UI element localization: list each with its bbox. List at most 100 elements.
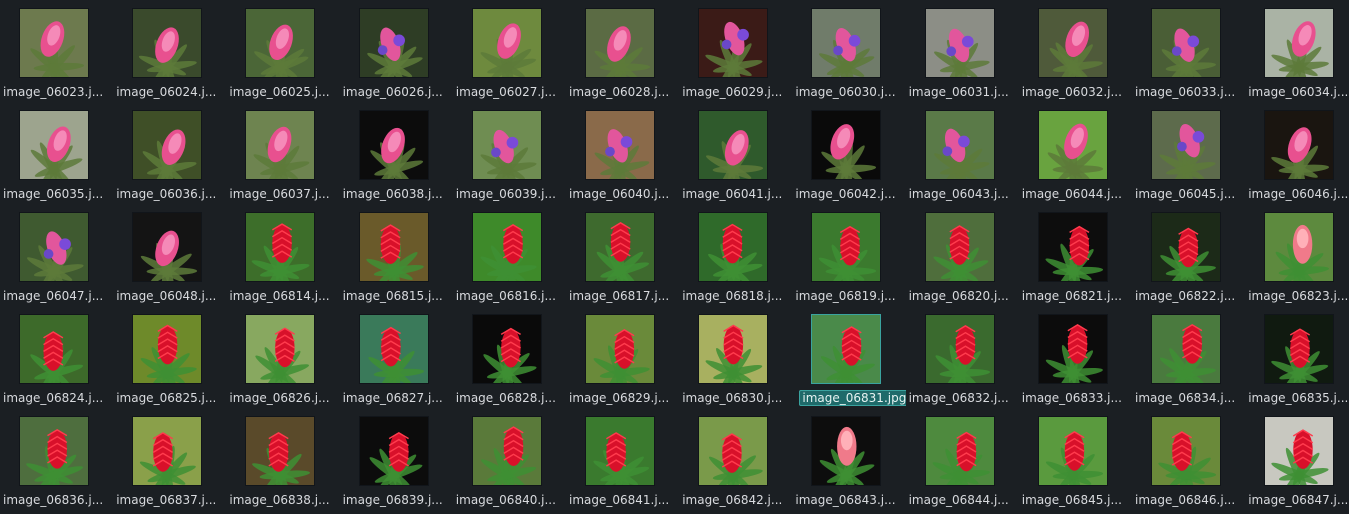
- file-item[interactable]: image_06823.j...: [1246, 204, 1349, 306]
- image-thumbnail[interactable]: [19, 212, 89, 282]
- file-item[interactable]: image_06826.j...: [227, 306, 340, 408]
- image-thumbnail[interactable]: [132, 212, 203, 282]
- image-thumbnail[interactable]: [585, 314, 655, 384]
- file-item[interactable]: image_06822.j...: [1133, 204, 1246, 306]
- file-item[interactable]: image_06026.j...: [341, 0, 454, 102]
- image-thumbnail[interactable]: [1264, 110, 1335, 180]
- image-thumbnail[interactable]: [245, 8, 316, 78]
- file-item[interactable]: image_06030.j...: [793, 0, 906, 102]
- file-item[interactable]: image_06824.j...: [1, 306, 114, 408]
- file-item[interactable]: image_06843.j...: [793, 408, 906, 510]
- image-thumbnail[interactable]: [811, 314, 882, 384]
- file-item[interactable]: image_06839.j...: [341, 408, 454, 510]
- image-thumbnail[interactable]: [1037, 8, 1108, 78]
- image-thumbnail[interactable]: [471, 110, 542, 180]
- file-item[interactable]: image_06048.j...: [114, 204, 227, 306]
- image-thumbnail[interactable]: [698, 416, 769, 486]
- file-item[interactable]: image_06027.j...: [454, 0, 567, 102]
- image-thumbnail[interactable]: [245, 110, 316, 180]
- file-item[interactable]: image_06023.j...: [1, 0, 114, 102]
- file-item[interactable]: image_06819.j...: [793, 204, 906, 306]
- image-thumbnail[interactable]: [358, 8, 429, 78]
- file-item[interactable]: image_06829.j...: [567, 306, 680, 408]
- file-item[interactable]: image_06835.j...: [1246, 306, 1349, 408]
- file-item[interactable]: image_06830.j...: [680, 306, 793, 408]
- image-thumbnail[interactable]: [1037, 314, 1108, 384]
- image-thumbnail[interactable]: [1264, 8, 1335, 78]
- file-item[interactable]: image_06046.j...: [1246, 102, 1349, 204]
- image-thumbnail[interactable]: [924, 8, 995, 78]
- file-item[interactable]: image_06028.j...: [567, 0, 680, 102]
- file-item[interactable]: image_06825.j...: [114, 306, 227, 408]
- image-thumbnail[interactable]: [245, 416, 316, 486]
- image-thumbnail[interactable]: [245, 212, 316, 282]
- image-thumbnail[interactable]: [1037, 212, 1108, 282]
- image-thumbnail[interactable]: [358, 212, 429, 282]
- file-item[interactable]: image_06034.j...: [1246, 0, 1349, 102]
- image-thumbnail[interactable]: [132, 110, 203, 180]
- image-thumbnail[interactable]: [924, 110, 995, 180]
- image-thumbnail[interactable]: [1151, 416, 1221, 486]
- image-thumbnail[interactable]: [19, 314, 89, 384]
- image-thumbnail[interactable]: [698, 212, 769, 282]
- image-thumbnail[interactable]: [471, 416, 542, 486]
- file-item[interactable]: image_06024.j...: [114, 0, 227, 102]
- file-item[interactable]: image_06029.j...: [680, 0, 793, 102]
- image-thumbnail[interactable]: [1037, 416, 1108, 486]
- file-item[interactable]: image_06814.j...: [227, 204, 340, 306]
- file-item[interactable]: image_06041.j...: [680, 102, 793, 204]
- file-item[interactable]: image_06036.j...: [114, 102, 227, 204]
- image-thumbnail[interactable]: [698, 8, 769, 78]
- file-item[interactable]: image_06035.j...: [1, 102, 114, 204]
- file-item[interactable]: image_06818.j...: [680, 204, 793, 306]
- image-thumbnail[interactable]: [585, 110, 655, 180]
- file-item[interactable]: image_06032.j...: [1020, 0, 1133, 102]
- image-thumbnail[interactable]: [19, 8, 89, 78]
- image-thumbnail[interactable]: [585, 416, 655, 486]
- file-item[interactable]: image_06832.j...: [907, 306, 1020, 408]
- file-item[interactable]: image_06816.j...: [454, 204, 567, 306]
- file-item[interactable]: image_06831.jpg: [793, 306, 907, 408]
- image-thumbnail[interactable]: [471, 314, 542, 384]
- file-item[interactable]: image_06833.j...: [1020, 306, 1133, 408]
- file-item[interactable]: image_06820.j...: [907, 204, 1020, 306]
- image-thumbnail[interactable]: [1264, 314, 1335, 384]
- file-item[interactable]: image_06038.j...: [341, 102, 454, 204]
- file-item[interactable]: image_06039.j...: [454, 102, 567, 204]
- image-thumbnail[interactable]: [19, 110, 89, 180]
- image-thumbnail[interactable]: [471, 212, 542, 282]
- image-thumbnail[interactable]: [585, 8, 655, 78]
- file-item[interactable]: image_06042.j...: [793, 102, 906, 204]
- image-thumbnail[interactable]: [1037, 110, 1108, 180]
- image-thumbnail[interactable]: [19, 416, 89, 486]
- image-thumbnail[interactable]: [358, 314, 429, 384]
- image-thumbnail[interactable]: [358, 416, 429, 486]
- file-item[interactable]: image_06033.j...: [1133, 0, 1246, 102]
- file-item[interactable]: image_06845.j...: [1020, 408, 1133, 510]
- file-item[interactable]: image_06037.j...: [227, 102, 340, 204]
- file-item[interactable]: image_06844.j...: [907, 408, 1020, 510]
- file-item[interactable]: image_06846.j...: [1133, 408, 1246, 510]
- image-thumbnail[interactable]: [585, 212, 655, 282]
- image-thumbnail[interactable]: [1151, 8, 1221, 78]
- image-thumbnail[interactable]: [1151, 314, 1221, 384]
- image-thumbnail[interactable]: [1264, 416, 1335, 486]
- image-thumbnail[interactable]: [811, 212, 882, 282]
- file-item[interactable]: image_06827.j...: [341, 306, 454, 408]
- image-thumbnail[interactable]: [698, 314, 769, 384]
- image-thumbnail[interactable]: [924, 314, 995, 384]
- file-item[interactable]: image_06025.j...: [227, 0, 340, 102]
- image-thumbnail[interactable]: [245, 314, 316, 384]
- image-thumbnail[interactable]: [698, 110, 769, 180]
- image-thumbnail[interactable]: [132, 8, 203, 78]
- file-item[interactable]: image_06834.j...: [1133, 306, 1246, 408]
- image-thumbnail[interactable]: [811, 8, 882, 78]
- image-thumbnail[interactable]: [471, 8, 542, 78]
- file-item[interactable]: image_06842.j...: [680, 408, 793, 510]
- file-item[interactable]: image_06847.j...: [1246, 408, 1349, 510]
- image-thumbnail[interactable]: [1151, 212, 1221, 282]
- file-item[interactable]: image_06840.j...: [454, 408, 567, 510]
- image-thumbnail[interactable]: [811, 110, 882, 180]
- file-item[interactable]: image_06828.j...: [454, 306, 567, 408]
- image-thumbnail[interactable]: [811, 416, 882, 486]
